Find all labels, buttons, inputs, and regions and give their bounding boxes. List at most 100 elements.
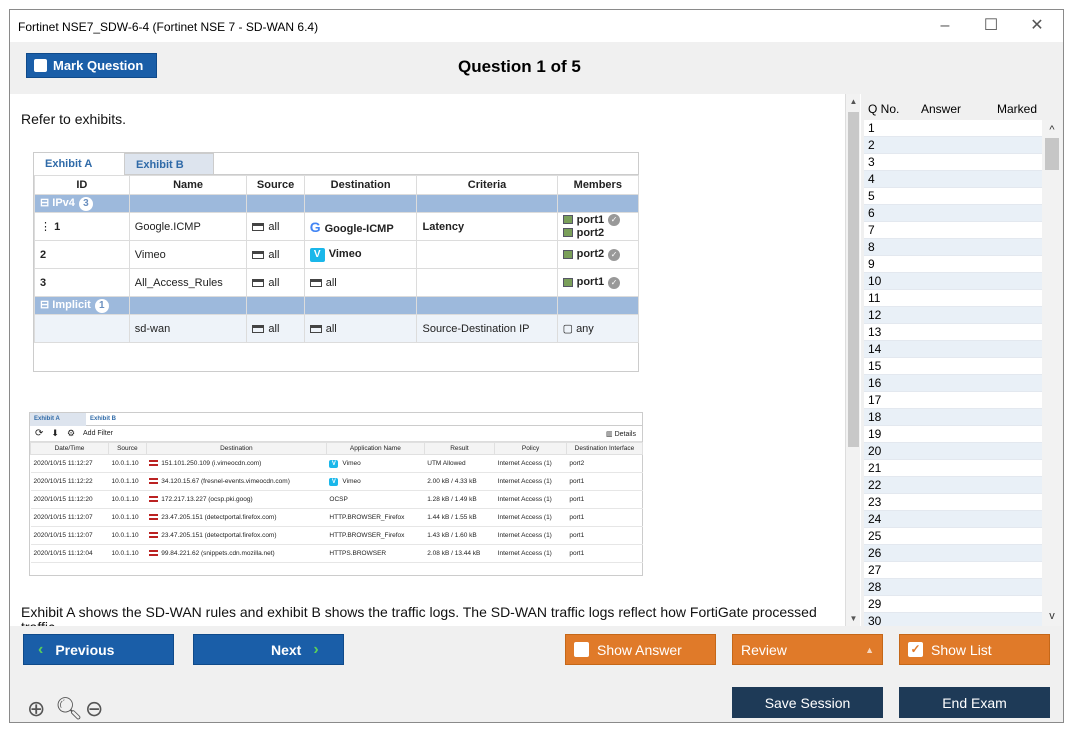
question-list-item[interactable]: 16: [864, 375, 1042, 392]
question-list-item[interactable]: 18: [864, 409, 1042, 426]
col-id: ID: [34, 175, 130, 195]
question-list-item[interactable]: 17: [864, 392, 1042, 409]
col-criteria: Criteria: [416, 175, 558, 195]
log-row: 2020/10/15 11:12:07 10.0.1.10 23.47.205.15…: [30, 526, 643, 545]
checked-checkbox-icon: ✓: [908, 642, 923, 657]
port-icon: [562, 250, 573, 260]
check-icon: ✓: [608, 213, 621, 226]
question-list-item[interactable]: 11: [864, 290, 1042, 307]
question-list-item[interactable]: 28: [864, 579, 1042, 596]
question-list-item[interactable]: 12: [864, 307, 1042, 324]
google-icon: G: [309, 218, 321, 235]
chevron-left-icon: ‹: [38, 640, 44, 658]
question-list-item[interactable]: 23: [864, 494, 1042, 511]
close-button[interactable]: ✕: [1014, 14, 1060, 38]
zoom-reset-icon[interactable]: 🔍︎: [55, 696, 83, 722]
log-row: 2020/10/15 11:12:20 10.0.1.10 172.217.13.2…: [30, 490, 643, 509]
app-window: Fortinet NSE7_SDW-6-4 (Fortinet NSE 7 - …: [9, 9, 1064, 723]
answer-header: Answer: [921, 102, 962, 116]
scroll-thumb[interactable]: [848, 112, 859, 447]
group-ipv4: ⊟ IPv4 3: [34, 194, 130, 213]
vimeo-icon: V: [309, 247, 325, 262]
rule-row: 3 All_Access_Rules all all port1 ✓: [34, 268, 640, 297]
content-scrollbar[interactable]: ▲ ▼: [845, 94, 860, 626]
question-list-item[interactable]: 22: [864, 477, 1042, 494]
question-list-scrollbar[interactable]: ^ v: [1042, 120, 1062, 626]
question-list-item[interactable]: 29: [864, 596, 1042, 613]
address-icon: [252, 250, 265, 259]
question-list-item[interactable]: 19: [864, 426, 1042, 443]
scroll-down-icon[interactable]: ▼: [846, 614, 861, 623]
details-label: ▥ Details: [606, 430, 636, 438]
question-intro: Refer to exhibits.: [21, 111, 127, 127]
previous-button[interactable]: ‹ Previous: [23, 634, 174, 665]
log-row: 2020/10/15 11:12:27 10.0.1.10 151.101.250.…: [30, 454, 643, 473]
port-icon: [562, 278, 573, 288]
question-list-item[interactable]: 21: [864, 460, 1042, 477]
scroll-up-icon[interactable]: ▲: [846, 97, 861, 106]
question-list-item[interactable]: 1: [864, 120, 1042, 137]
scroll-thumb[interactable]: [1045, 138, 1059, 170]
question-content: Refer to exhibits. Exhibit A Exhibit B I…: [10, 94, 846, 626]
question-list: 1 2 3 4 5 6 7 8 9 10 11 12 13 14 15 16 17 18 19 20 21 22 23 24 2…: [864, 120, 1042, 626]
exhibit-a-image: Exhibit A Exhibit B ID Name Source Desti…: [33, 152, 640, 372]
question-list-item[interactable]: 2: [864, 137, 1042, 154]
question-list-panel: Q No. Answer Marked 1 2 3 4 5 6 7 8 9 10 11 12 13 14 1…: [861, 94, 1063, 626]
question-list-item[interactable]: 26: [864, 545, 1042, 562]
exhibit-a-tab: Exhibit A: [30, 413, 86, 426]
question-list-item[interactable]: 3: [864, 154, 1042, 171]
question-list-item[interactable]: 13: [864, 324, 1042, 341]
next-button[interactable]: Next ›: [193, 634, 344, 665]
question-list-item[interactable]: 24: [864, 511, 1042, 528]
question-list-item[interactable]: 9: [864, 256, 1042, 273]
traffic-log-table: Date/Time Source Destination Application…: [30, 442, 644, 563]
question-list-item[interactable]: 27: [864, 562, 1042, 579]
question-list-item[interactable]: 5: [864, 188, 1042, 205]
end-exam-button[interactable]: End Exam: [899, 687, 1050, 718]
zoom-in-icon[interactable]: ⊕: [27, 696, 45, 722]
question-list-item[interactable]: 6: [864, 205, 1042, 222]
rule-row: 2 Vimeo all V Vimeo port2 ✓: [34, 240, 640, 269]
mark-question-button[interactable]: Mark Question: [26, 53, 157, 78]
save-session-button[interactable]: Save Session: [732, 687, 883, 718]
address-icon: [309, 278, 322, 287]
exhibit-a-tab: Exhibit A: [34, 153, 124, 175]
checkbox-icon: [34, 59, 47, 72]
sdwan-rules-table: ID Name Source Destination Criteria Memb…: [34, 175, 640, 343]
question-title: Question 1 of 5: [458, 57, 581, 76]
implicit-row: sd-wan all all Source-Destination IP ▢ a…: [34, 314, 640, 343]
scroll-down-icon[interactable]: v: [1042, 610, 1062, 622]
question-list-item[interactable]: 20: [864, 443, 1042, 460]
question-list-item[interactable]: 25: [864, 528, 1042, 545]
question-list-item[interactable]: 4: [864, 171, 1042, 188]
question-list-item[interactable]: 15: [864, 358, 1042, 375]
review-button[interactable]: Review ▲: [732, 634, 883, 665]
scroll-up-icon[interactable]: ^: [1042, 124, 1062, 136]
check-icon: ✓: [608, 276, 621, 289]
maximize-button[interactable]: ☐: [968, 14, 1014, 38]
mark-question-label: Mark Question: [53, 58, 144, 73]
address-icon: [252, 278, 265, 287]
question-list-item[interactable]: 7: [864, 222, 1042, 239]
question-body-text: Exhibit A shows the SD-WAN rules and exh…: [21, 604, 817, 627]
col-destination: Destination: [303, 175, 418, 195]
title-bar: Fortinet NSE7_SDW-6-4 (Fortinet NSE 7 - …: [10, 10, 1063, 42]
question-list-item[interactable]: 10: [864, 273, 1042, 290]
group-implicit: ⊟ Implicit 1: [34, 296, 130, 315]
show-answer-button[interactable]: Show Answer: [565, 634, 716, 665]
add-filter-label: Add Filter: [83, 430, 113, 437]
address-icon: [252, 324, 265, 333]
show-list-button[interactable]: ✓ Show List: [899, 634, 1050, 665]
minimize-button[interactable]: –: [922, 14, 968, 38]
chevron-right-icon: ›: [313, 640, 319, 658]
download-icon: ⬇: [51, 428, 59, 438]
window-title: Fortinet NSE7_SDW-6-4 (Fortinet NSE 7 - …: [18, 20, 319, 34]
zoom-out-icon[interactable]: ⊖: [85, 696, 103, 722]
check-icon: ✓: [608, 248, 621, 261]
checkbox-icon: [574, 642, 589, 657]
question-list-item[interactable]: 8: [864, 239, 1042, 256]
question-list-item[interactable]: 14: [864, 341, 1042, 358]
exhibit-b-tab: Exhibit B: [90, 416, 117, 422]
question-list-item[interactable]: 30: [864, 613, 1042, 626]
col-name: Name: [128, 175, 248, 195]
